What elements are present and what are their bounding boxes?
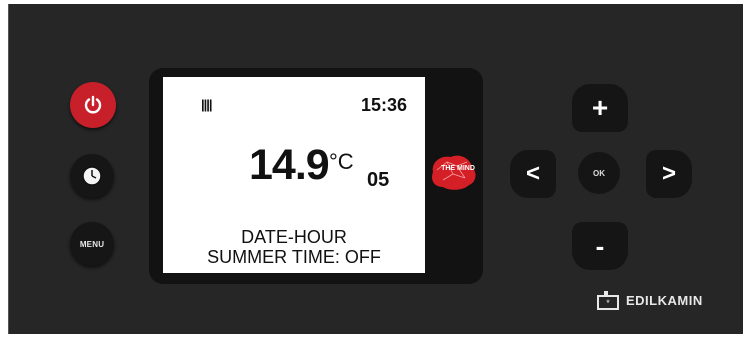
- menu-label: MENU: [79, 239, 105, 249]
- plus-label: +: [591, 92, 609, 123]
- time-readout: 15:36: [361, 95, 408, 115]
- power-level: 05: [367, 169, 390, 191]
- power-icon: [84, 95, 102, 114]
- signal-bars-icon: ||||: [201, 97, 213, 112]
- display-screen: |||| 15:36 14.9 °C 05 DATE-HOUR SUMMER T…: [163, 77, 425, 273]
- left-button[interactable]: <: [510, 150, 556, 198]
- right-button[interactable]: >: [646, 150, 692, 198]
- clock-icon: [82, 166, 102, 186]
- minus-button[interactable]: -: [572, 222, 628, 270]
- the-mind-logo-text: THE MIND: [441, 165, 475, 172]
- left-arrow-label: <: [525, 160, 540, 187]
- ok-button[interactable]: OK: [578, 152, 620, 194]
- minus-label: -: [595, 230, 605, 261]
- temperature-readout: 14.9: [249, 141, 330, 189]
- ok-label: OK: [593, 168, 605, 178]
- right-arrow-label: >: [661, 160, 676, 187]
- plus-button[interactable]: +: [572, 84, 628, 132]
- svg-text:*: *: [606, 298, 610, 308]
- edilkamin-logo-icon: *: [597, 291, 619, 310]
- temperature-unit: °C: [329, 149, 354, 174]
- power-button[interactable]: [70, 82, 116, 128]
- menu-setting: SUMMER TIME: OFF: [207, 247, 381, 267]
- menu-button[interactable]: MENU: [70, 222, 114, 266]
- brand-name: EDILKAMIN: [626, 292, 703, 308]
- brand-logo: * EDILKAMIN: [596, 290, 703, 310]
- menu-title: DATE-HOUR: [241, 227, 347, 247]
- clock-button[interactable]: [70, 154, 114, 198]
